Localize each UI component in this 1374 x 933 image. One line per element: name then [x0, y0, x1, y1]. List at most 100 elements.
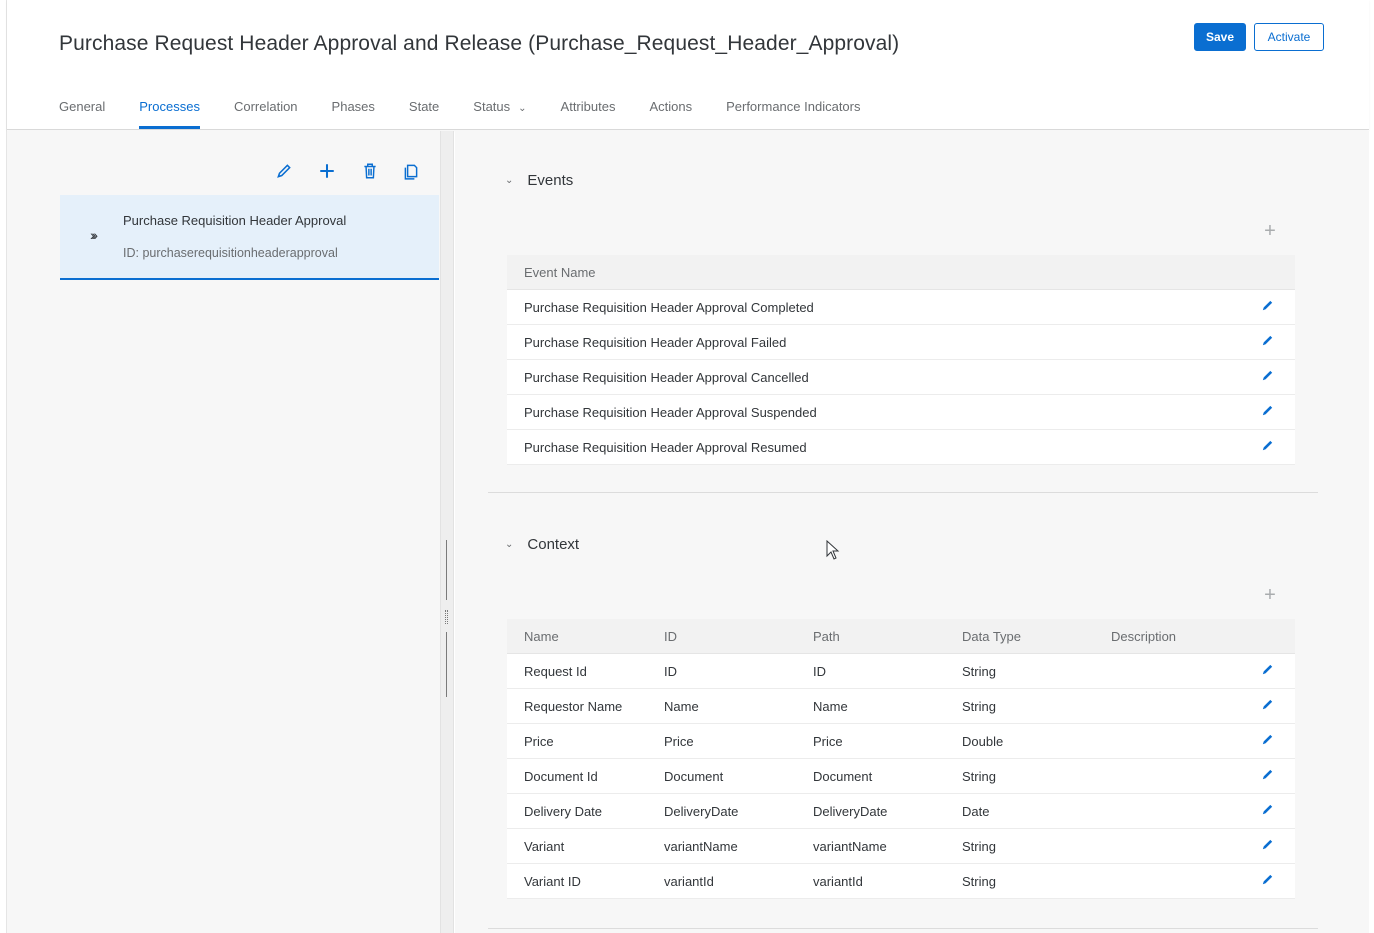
- tab-correlation[interactable]: Correlation: [234, 96, 298, 130]
- edit-icon[interactable]: [1257, 732, 1277, 750]
- name-cell: Request Id: [524, 663, 587, 679]
- delete-icon[interactable]: [358, 158, 382, 182]
- splitter-line: [446, 632, 447, 697]
- name-cell: Delivery Date: [524, 803, 603, 819]
- column-header-description: Description: [1111, 628, 1177, 644]
- save-button[interactable]: Save: [1194, 23, 1246, 51]
- double-chevron-right-icon: ›››: [90, 227, 98, 243]
- name-cell: Requestor Name: [524, 698, 623, 714]
- edit-icon[interactable]: [1257, 298, 1277, 316]
- id-cell: variantName: [664, 838, 738, 854]
- table-row[interactable]: Variant variantName variantName String: [507, 829, 1295, 864]
- id-cell: ID: [664, 663, 677, 679]
- section-title: Context: [527, 536, 580, 553]
- add-context-icon[interactable]: +: [1260, 584, 1280, 607]
- edit-icon[interactable]: [1257, 802, 1277, 820]
- data-type-cell: String: [962, 663, 996, 679]
- tab-processes[interactable]: Processes: [139, 96, 200, 130]
- table-row[interactable]: Purchase Requisition Header Approval Can…: [507, 360, 1295, 395]
- tab-actions[interactable]: Actions: [649, 96, 692, 130]
- edit-icon[interactable]: [1257, 872, 1277, 890]
- splitter-grip-icon[interactable]: [445, 610, 448, 624]
- edit-icon[interactable]: [1257, 333, 1277, 351]
- add-event-icon[interactable]: +: [1260, 220, 1280, 243]
- table-row[interactable]: Variant ID variantId variantId String: [507, 864, 1295, 899]
- id-cell: Price: [664, 733, 694, 749]
- event-name-cell: Purchase Requisition Header Approval Sus…: [524, 404, 817, 420]
- edit-icon[interactable]: [1257, 368, 1277, 386]
- name-cell: Price: [524, 733, 554, 749]
- name-cell: Document Id: [524, 768, 598, 784]
- add-icon[interactable]: [315, 158, 339, 182]
- context-section-header[interactable]: ⌄ Context: [505, 536, 579, 553]
- window-left-edge: [0, 0, 7, 933]
- edit-icon[interactable]: [1257, 697, 1277, 715]
- tab-general[interactable]: General: [59, 96, 105, 130]
- id-cell: Document: [664, 768, 724, 784]
- process-id: ID: purchaserequisitionheaderapproval: [123, 246, 338, 260]
- section-divider: [488, 928, 1318, 929]
- tab-state[interactable]: State: [409, 96, 439, 130]
- activate-button[interactable]: Activate: [1254, 23, 1324, 51]
- chevron-down-icon: ⌄: [505, 539, 514, 550]
- data-type-cell: String: [962, 698, 996, 714]
- path-cell: Document: [813, 768, 873, 784]
- table-row[interactable]: Request Id ID ID String: [507, 654, 1295, 689]
- table-row[interactable]: Delivery Date DeliveryDate DeliveryDate …: [507, 794, 1295, 829]
- column-header-id: ID: [664, 628, 677, 644]
- data-type-cell: Double: [962, 733, 1004, 749]
- splitter-line: [446, 540, 447, 600]
- section-title: Events: [527, 172, 574, 189]
- event-name-cell: Purchase Requisition Header Approval Res…: [524, 439, 807, 455]
- edit-icon[interactable]: [272, 158, 296, 182]
- chevron-down-icon: ⌄: [505, 175, 514, 186]
- events-table: Event Name Purchase Requisition Header A…: [507, 255, 1295, 465]
- data-type-cell: Date: [962, 803, 990, 819]
- splitter[interactable]: [440, 131, 454, 933]
- name-cell: Variant ID: [524, 873, 581, 889]
- tab-phases[interactable]: Phases: [332, 96, 375, 130]
- data-type-cell: String: [962, 873, 996, 889]
- path-cell: ID: [813, 663, 826, 679]
- tab-label: State: [408, 99, 440, 114]
- tab-label: General: [59, 99, 106, 114]
- edit-icon[interactable]: [1257, 767, 1277, 785]
- column-header-data-type: Data Type: [962, 628, 1022, 644]
- tab-attributes[interactable]: Attributes: [561, 96, 616, 130]
- tab-label: Correlation: [233, 99, 298, 114]
- tab-performance-indicators[interactable]: Performance Indicators: [726, 96, 860, 130]
- process-list-item[interactable]: ››› Purchase Requisition Header Approval…: [60, 195, 439, 280]
- edit-icon[interactable]: [1257, 662, 1277, 680]
- path-cell: DeliveryDate: [813, 803, 888, 819]
- table-header: Event Name: [507, 255, 1295, 290]
- event-name-cell: Purchase Requisition Header Approval Can…: [524, 369, 809, 385]
- edit-icon[interactable]: [1257, 837, 1277, 855]
- edit-icon[interactable]: [1257, 438, 1277, 456]
- table-row[interactable]: Price Price Price Double: [507, 724, 1295, 759]
- process-title: Purchase Requisition Header Approval: [123, 213, 347, 228]
- table-row[interactable]: Requestor Name Name Name String: [507, 689, 1295, 724]
- table-row[interactable]: Purchase Requisition Header Approval Res…: [507, 430, 1295, 465]
- tab-bar: General Processes Correlation Phases Sta…: [59, 96, 895, 130]
- table-row[interactable]: Purchase Requisition Header Approval Fai…: [507, 325, 1295, 360]
- column-header-path: Path: [813, 628, 840, 644]
- table-row[interactable]: Document Id Document Document String: [507, 759, 1295, 794]
- data-type-cell: String: [962, 768, 996, 784]
- table-header: Name ID Path Data Type Description: [507, 619, 1295, 654]
- tab-label: Attributes: [560, 99, 616, 114]
- copy-icon[interactable]: [399, 158, 423, 182]
- page-header: Purchase Request Header Approval and Rel…: [7, 0, 1369, 130]
- event-name-cell: Purchase Requisition Header Approval Fai…: [524, 334, 787, 350]
- edit-icon[interactable]: [1257, 403, 1277, 421]
- chevron-down-icon: ⌄: [518, 103, 527, 114]
- id-cell: DeliveryDate: [664, 803, 739, 819]
- events-section-header[interactable]: ⌄ Events: [505, 172, 573, 189]
- section-divider: [488, 492, 1318, 493]
- tab-label: Performance Indicators: [726, 99, 861, 114]
- page-title: Purchase Request Header Approval and Rel…: [59, 32, 900, 55]
- tab-label: Status: [473, 99, 511, 114]
- name-cell: Variant: [524, 838, 565, 854]
- table-row[interactable]: Purchase Requisition Header Approval Sus…: [507, 395, 1295, 430]
- tab-status[interactable]: Status ⌄: [473, 96, 526, 130]
- table-row[interactable]: Purchase Requisition Header Approval Com…: [507, 290, 1295, 325]
